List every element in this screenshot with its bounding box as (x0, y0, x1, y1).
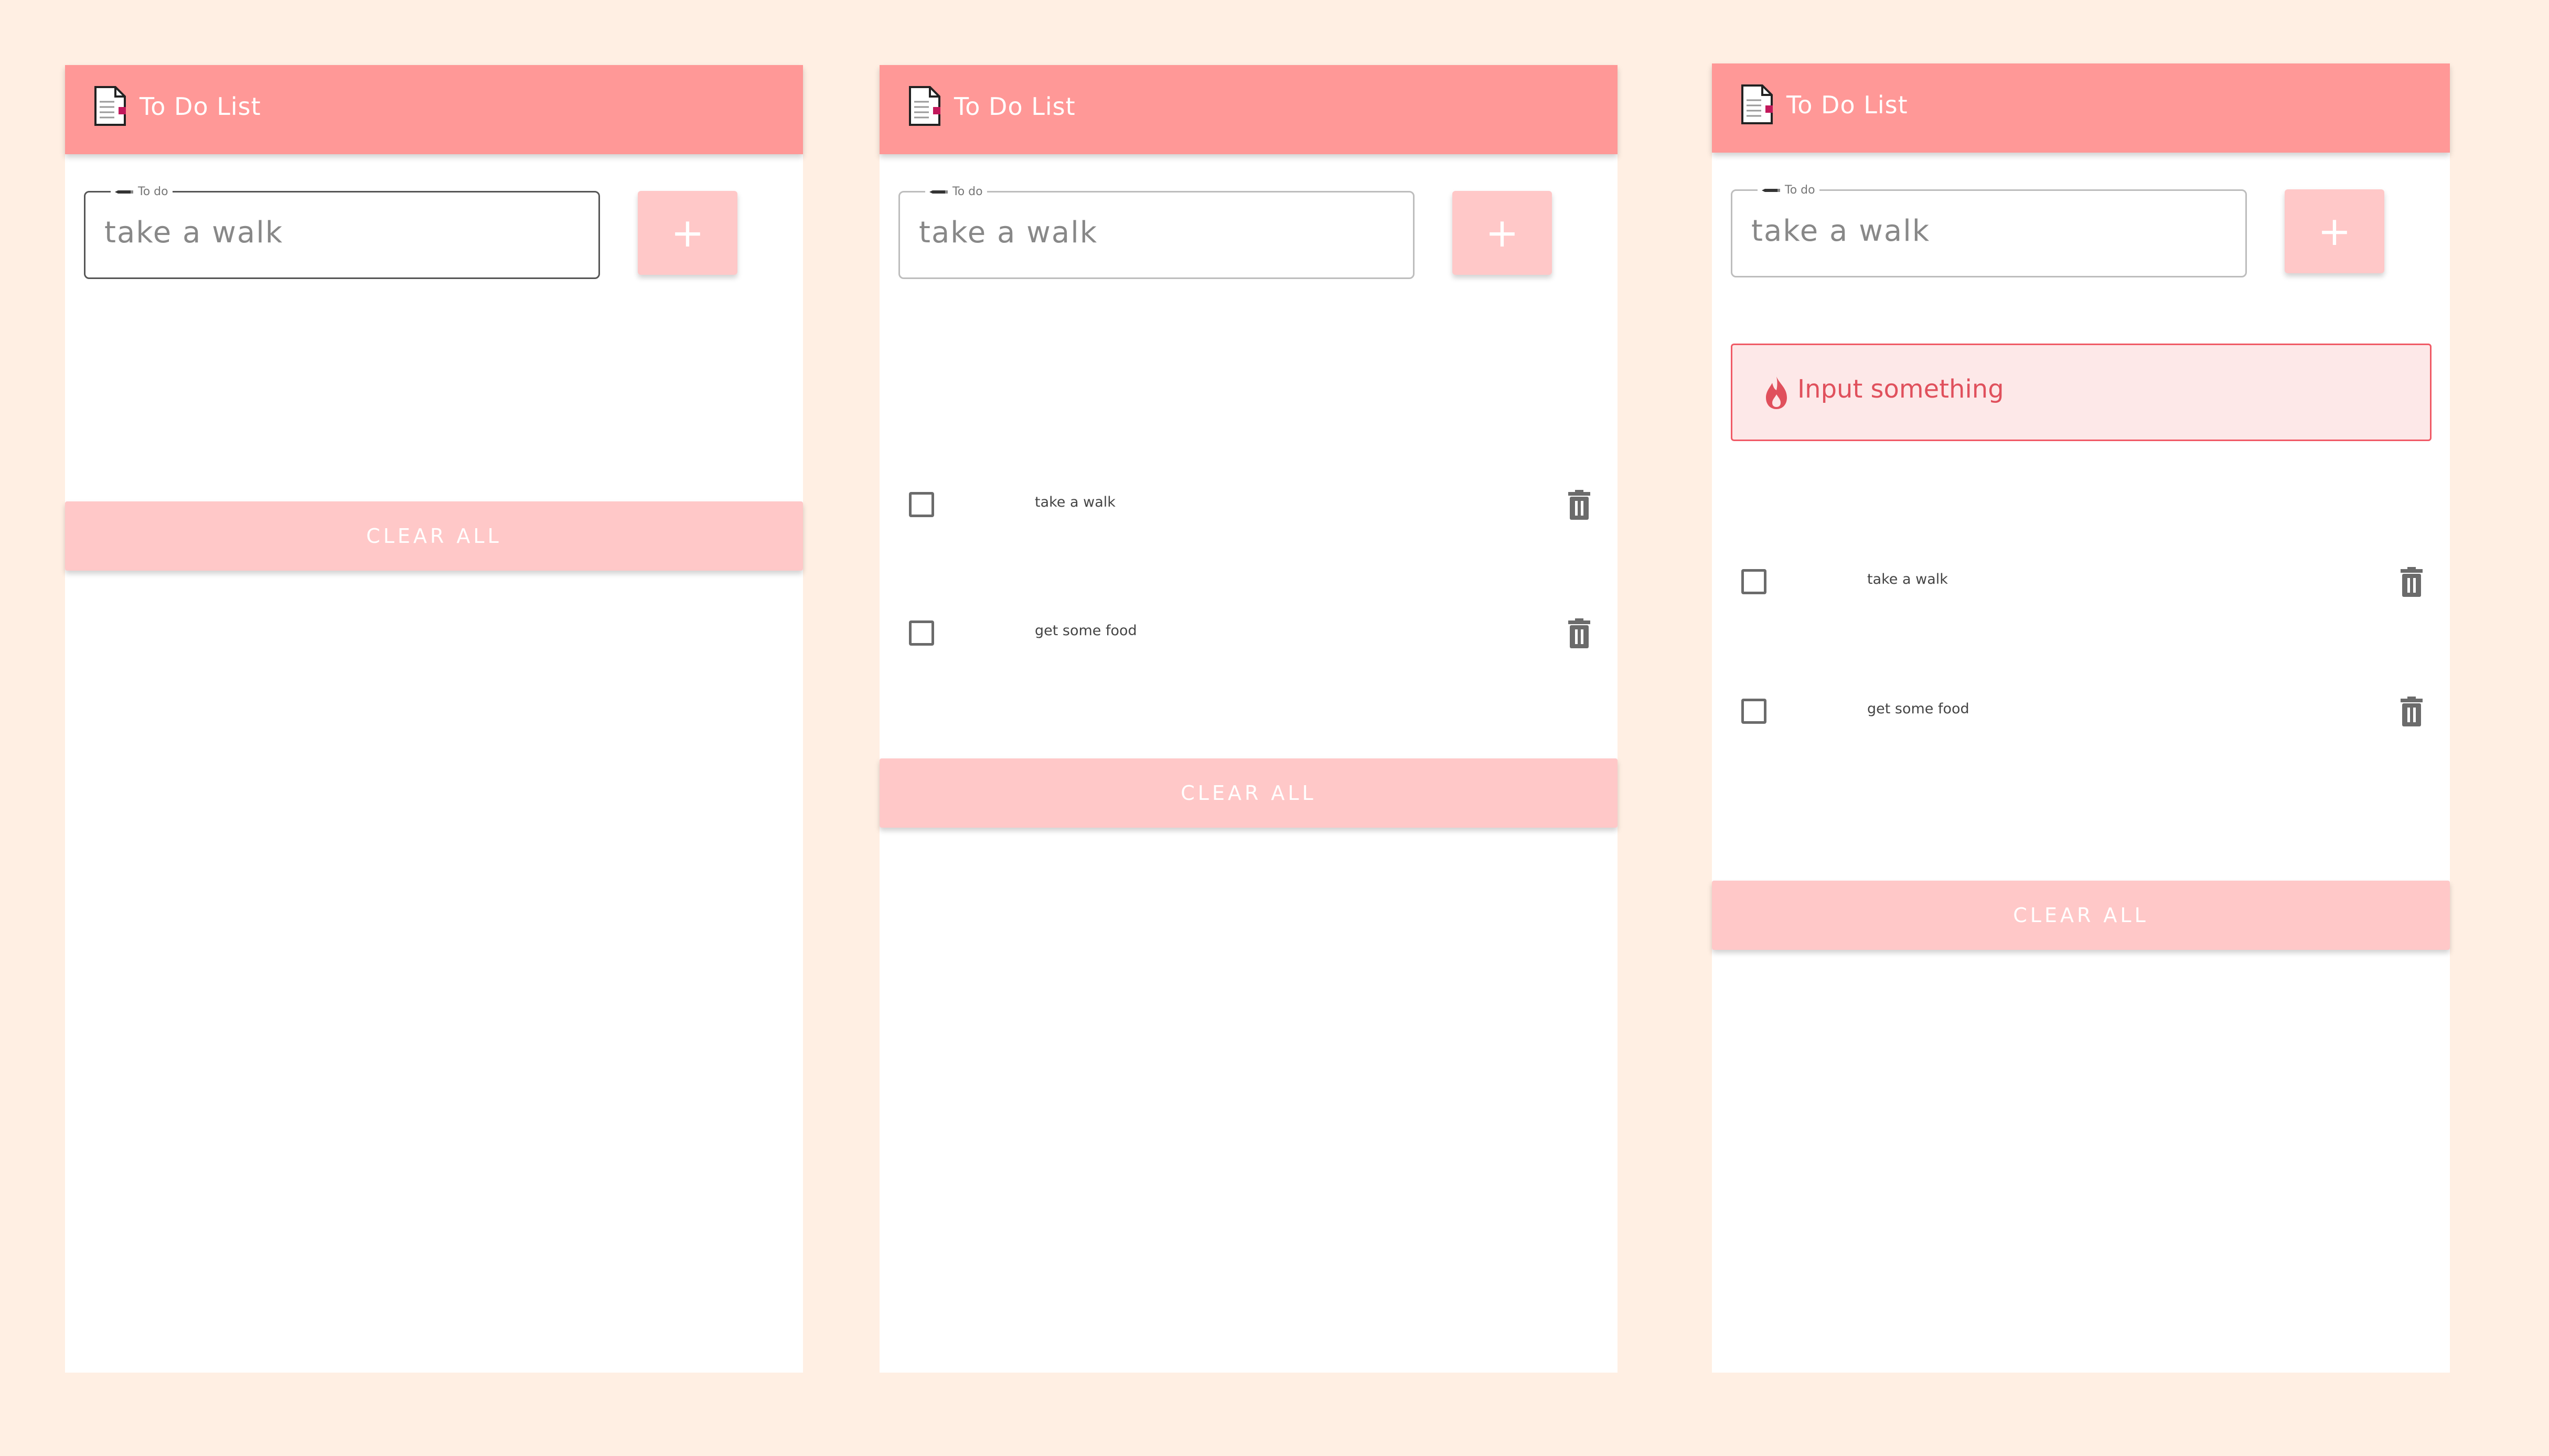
todo-input-label-text: To do (952, 185, 983, 198)
document-icon (1741, 84, 1773, 124)
todo-item-text: get some food (1035, 623, 1137, 639)
todo-input-label-text: To do (1785, 184, 1815, 197)
todo-input-value[interactable]: take a walk (104, 216, 283, 250)
fire-icon (1766, 377, 1787, 409)
trash-icon[interactable] (2400, 567, 2424, 597)
clear-all-label: CLEAR ALL (2013, 904, 2149, 927)
todo-input-label: To do (1758, 184, 1819, 197)
app-header: To Do List (65, 65, 803, 154)
add-button-label: + (671, 209, 704, 256)
todo-item-text: get some food (1867, 701, 1969, 717)
app-title: To Do List (1786, 91, 1908, 119)
add-button[interactable]: + (638, 191, 737, 275)
todo-checkbox[interactable] (909, 620, 934, 646)
pencil-icon (115, 190, 133, 194)
todo-input-label: To do (925, 185, 987, 198)
add-button-label: + (2318, 208, 2351, 254)
todo-panel-empty: To Do List To do take a walk + CLEAR ALL (65, 65, 803, 1373)
todo-item: get some food (880, 613, 1618, 655)
todo-panel-alert: To Do List To do take a walk + Input som… (1712, 63, 2450, 1373)
error-alert: Input something (1731, 344, 2432, 441)
document-icon (94, 86, 126, 126)
trash-icon[interactable] (1567, 490, 1591, 520)
app-title: To Do List (954, 92, 1076, 121)
todo-item: get some food (1712, 691, 2450, 733)
clear-all-label: CLEAR ALL (366, 524, 502, 548)
todo-item: take a walk (880, 485, 1618, 527)
todo-input[interactable]: To do take a walk (1731, 184, 2247, 277)
todo-input-label: To do (111, 185, 173, 198)
add-button[interactable]: + (2285, 189, 2384, 273)
todo-checkbox[interactable] (1741, 569, 1766, 594)
alert-message: Input something (1797, 374, 2004, 404)
todo-input-value[interactable]: take a walk (919, 216, 1098, 250)
todo-checkbox[interactable] (1741, 699, 1766, 724)
pencil-icon (1762, 188, 1780, 192)
todo-item-text: take a walk (1867, 571, 1948, 587)
app-title: To Do List (140, 92, 261, 121)
clear-all-button[interactable]: CLEAR ALL (880, 758, 1618, 828)
todo-input-value[interactable]: take a walk (1751, 214, 1930, 248)
todo-item: take a walk (1712, 562, 2450, 604)
todo-input[interactable]: To do take a walk (898, 185, 1415, 279)
clear-all-button[interactable]: CLEAR ALL (1712, 881, 2450, 950)
todo-input-label-text: To do (138, 185, 168, 198)
clear-all-label: CLEAR ALL (1181, 781, 1316, 805)
todo-panel-list: To Do List To do take a walk + take a wa… (880, 65, 1618, 1373)
document-icon (909, 86, 940, 126)
trash-icon[interactable] (1567, 618, 1591, 649)
todo-input[interactable]: To do take a walk (84, 185, 600, 279)
add-button[interactable]: + (1452, 191, 1552, 275)
todo-item-text: take a walk (1035, 494, 1116, 510)
todo-checkbox[interactable] (909, 492, 934, 517)
trash-icon[interactable] (2400, 697, 2424, 727)
app-header: To Do List (1712, 63, 2450, 153)
add-button-label: + (1485, 209, 1519, 256)
app-header: To Do List (880, 65, 1618, 154)
clear-all-button[interactable]: CLEAR ALL (65, 501, 803, 571)
pencil-icon (929, 190, 948, 194)
